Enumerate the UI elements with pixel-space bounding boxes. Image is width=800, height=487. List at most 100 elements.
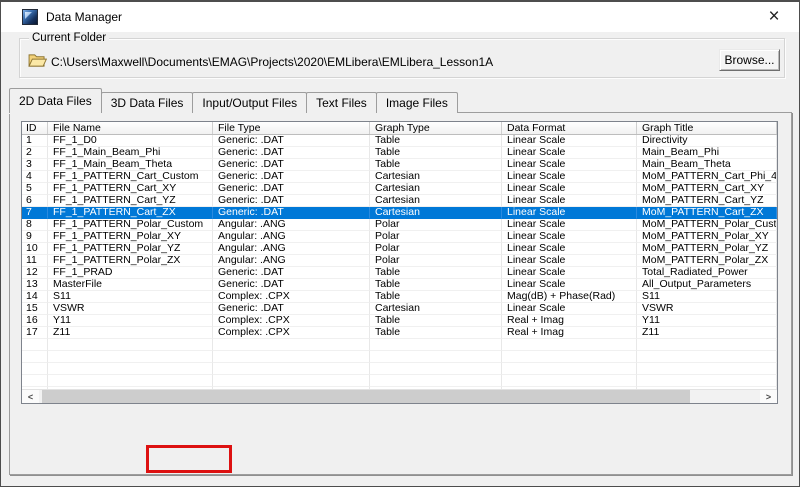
cell-file-type: Generic: .DAT <box>213 171 370 183</box>
cell-graph-title <box>637 375 777 387</box>
cell-file-name: FF_1_PATTERN_Cart_YZ <box>48 195 213 207</box>
cell-graph-title: Directivity <box>637 135 777 147</box>
cell-file-type: Angular: .ANG <box>213 255 370 267</box>
cell-data-format <box>502 339 637 351</box>
cell-file-type: Generic: .DAT <box>213 147 370 159</box>
table-row[interactable]: 1FF_1_D0Generic: .DATTableLinear ScaleDi… <box>22 135 777 147</box>
window-title: Data Manager <box>46 10 122 24</box>
tab-2d-data-files[interactable]: 2D Data Files <box>9 88 102 113</box>
cell-graph-type <box>370 339 502 351</box>
close-icon[interactable]: × <box>757 2 791 32</box>
cell-data-format: Mag(dB) + Phase(Rad) <box>502 291 637 303</box>
table-row[interactable]: 7FF_1_PATTERN_Cart_ZXGeneric: .DATCartes… <box>22 207 777 219</box>
table-row[interactable]: 14S11Complex: .CPXTableMag(dB) + Phase(R… <box>22 291 777 303</box>
cell-file-type: Generic: .DAT <box>213 303 370 315</box>
cell-data-format: Linear Scale <box>502 159 637 171</box>
column-header-file-name[interactable]: File Name <box>48 122 213 134</box>
cell-id: 1 <box>22 135 48 147</box>
table-row[interactable]: 8FF_1_PATTERN_Polar_CustomAngular: .ANGP… <box>22 219 777 231</box>
cell-file-type: Generic: .DAT <box>213 195 370 207</box>
cell-file-type <box>213 339 370 351</box>
scrollbar-track[interactable] <box>690 390 760 403</box>
table-row-empty <box>22 375 777 387</box>
table-row[interactable]: 4FF_1_PATTERN_Cart_CustomGeneric: .DATCa… <box>22 171 777 183</box>
cell-id: 7 <box>22 207 48 219</box>
cell-data-format: Linear Scale <box>502 267 637 279</box>
table-row[interactable]: 2FF_1_Main_Beam_PhiGeneric: .DATTableLin… <box>22 147 777 159</box>
cell-file-name: Y11 <box>48 315 213 327</box>
cell-data-format: Linear Scale <box>502 183 637 195</box>
cell-graph-title: MoM_PATTERN_Cart_YZ <box>637 195 777 207</box>
title-bar: Data Manager × <box>1 2 799 32</box>
table-row-empty <box>22 363 777 375</box>
table-row[interactable]: 15VSWRGeneric: .DATCartesianLinear Scale… <box>22 303 777 315</box>
tab-text-files[interactable]: Text Files <box>306 92 377 113</box>
cell-graph-type: Table <box>370 147 502 159</box>
cell-file-type: Complex: .CPX <box>213 315 370 327</box>
app-icon <box>22 9 38 25</box>
column-header-graph-type[interactable]: Graph Type <box>370 122 502 134</box>
table-row[interactable]: 11FF_1_PATTERN_Polar_ZXAngular: .ANGPola… <box>22 255 777 267</box>
cell-graph-type: Cartesian <box>370 171 502 183</box>
table-row[interactable]: 6FF_1_PATTERN_Cart_YZGeneric: .DATCartes… <box>22 195 777 207</box>
cell-data-format: Linear Scale <box>502 255 637 267</box>
data-manager-dialog: Data Manager × Current Folder C:\Users\M… <box>0 0 800 487</box>
column-header-graph-title[interactable]: Graph Title <box>637 122 777 134</box>
browse-button[interactable]: Browse... <box>719 49 780 71</box>
cell-file-name: Z11 <box>48 327 213 339</box>
tab-3d-data-files[interactable]: 3D Data Files <box>101 92 194 113</box>
cell-graph-type: Table <box>370 291 502 303</box>
cell-file-type: Complex: .CPX <box>213 291 370 303</box>
cell-data-format <box>502 363 637 375</box>
cell-id: 2 <box>22 147 48 159</box>
cell-file-name: FF_1_Main_Beam_Phi <box>48 147 213 159</box>
cell-data-format: Linear Scale <box>502 195 637 207</box>
cell-id: 4 <box>22 171 48 183</box>
scroll-left-icon[interactable]: < <box>22 390 39 403</box>
table-row[interactable]: 12FF_1_PRADGeneric: .DATTableLinear Scal… <box>22 267 777 279</box>
cell-graph-type: Table <box>370 279 502 291</box>
cell-file-name <box>48 375 213 387</box>
tab-input-output-files[interactable]: Input/Output Files <box>192 92 307 113</box>
table-row[interactable]: 9FF_1_PATTERN_Polar_XYAngular: .ANGPolar… <box>22 231 777 243</box>
cell-graph-title: Main_Beam_Phi <box>637 147 777 159</box>
scrollbar-thumb[interactable] <box>42 390 690 403</box>
tab-page-2d-data-files: IDFile NameFile TypeGraph TypeData Forma… <box>9 112 792 475</box>
cell-graph-type: Polar <box>370 231 502 243</box>
column-header-id[interactable]: ID <box>22 122 48 134</box>
table-row[interactable]: 17Z11Complex: .CPXTableReal + ImagZ11 <box>22 327 777 339</box>
table-row[interactable]: 5FF_1_PATTERN_Cart_XYGeneric: .DATCartes… <box>22 183 777 195</box>
cell-file-type: Generic: .DAT <box>213 159 370 171</box>
cell-graph-title: MoM_PATTERN_Polar_XY <box>637 231 777 243</box>
cell-file-type: Generic: .DAT <box>213 135 370 147</box>
cell-data-format: Real + Imag <box>502 327 637 339</box>
cell-file-type: Generic: .DAT <box>213 267 370 279</box>
cell-graph-type: Cartesian <box>370 303 502 315</box>
table-row[interactable]: 16Y11Complex: .CPXTableReal + ImagY11 <box>22 315 777 327</box>
cell-graph-type <box>370 363 502 375</box>
horizontal-scrollbar[interactable]: < > <box>22 389 777 403</box>
cell-graph-title: MoM_PATTERN_Cart_ZX <box>637 207 777 219</box>
cell-file-name: FF_1_Main_Beam_Theta <box>48 159 213 171</box>
cell-file-type: Angular: .ANG <box>213 243 370 255</box>
cell-id <box>22 375 48 387</box>
cell-graph-type: Polar <box>370 255 502 267</box>
table-row[interactable]: 3FF_1_Main_Beam_ThetaGeneric: .DATTableL… <box>22 159 777 171</box>
cell-graph-type <box>370 375 502 387</box>
tab-image-files[interactable]: Image Files <box>376 92 458 113</box>
cell-id: 6 <box>22 195 48 207</box>
cell-file-type: Generic: .DAT <box>213 279 370 291</box>
cell-file-name: FF_1_PATTERN_Cart_XY <box>48 183 213 195</box>
cell-id: 15 <box>22 303 48 315</box>
cell-data-format <box>502 375 637 387</box>
table-row[interactable]: 13MasterFileGeneric: .DATTableLinear Sca… <box>22 279 777 291</box>
cell-id: 11 <box>22 255 48 267</box>
cell-id <box>22 351 48 363</box>
column-header-file-type[interactable]: File Type <box>213 122 370 134</box>
column-header-data-format[interactable]: Data Format <box>502 122 637 134</box>
table-row[interactable]: 10FF_1_PATTERN_Polar_YZAngular: .ANGPola… <box>22 243 777 255</box>
scroll-right-icon[interactable]: > <box>760 390 777 403</box>
cell-data-format: Linear Scale <box>502 303 637 315</box>
cell-graph-type: Cartesian <box>370 195 502 207</box>
cell-data-format <box>502 351 637 363</box>
